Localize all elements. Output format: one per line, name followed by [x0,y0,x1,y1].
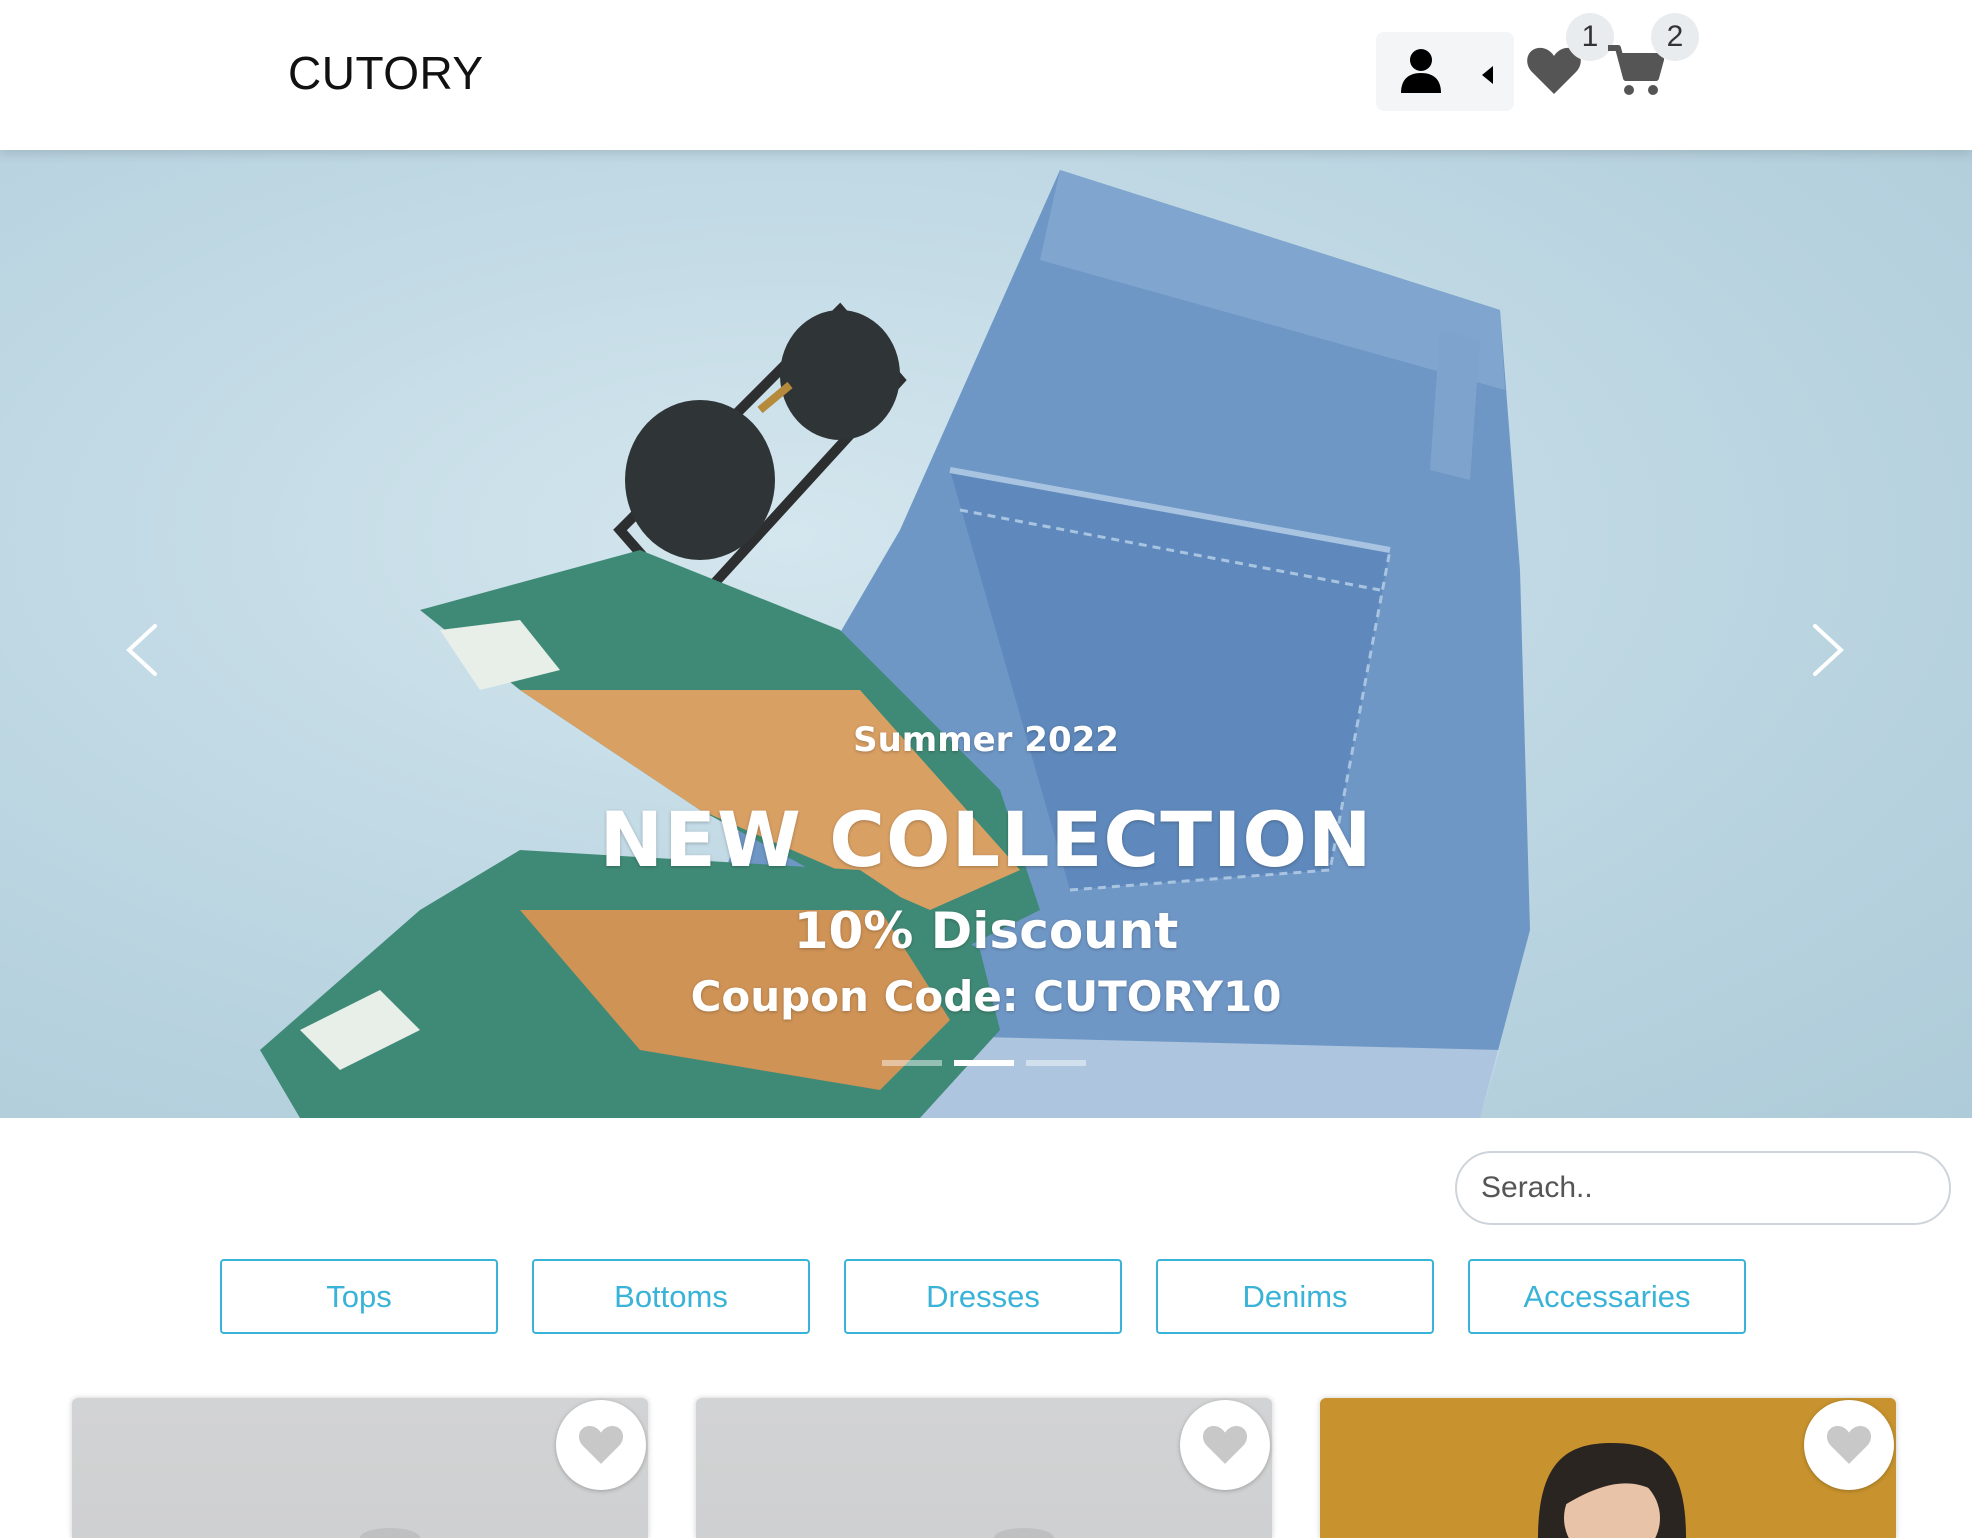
add-to-wishlist-button-1[interactable] [556,1400,646,1490]
hero-discount: 10% Discount [793,902,1179,960]
carousel-next-button[interactable] [1795,610,1855,690]
heart-icon [1202,1425,1248,1464]
user-icon [1401,49,1441,93]
category-button-dresses[interactable]: Dresses [844,1259,1122,1334]
account-dropdown-button[interactable] [1376,32,1514,111]
carousel-prev-button[interactable] [115,610,175,690]
cart-count-badge: 2 [1651,13,1699,61]
add-to-wishlist-button-2[interactable] [1180,1400,1270,1490]
category-button-denims[interactable]: Denims [1156,1259,1434,1334]
hero-title: NEW COLLECTION [599,795,1373,884]
carousel-indicator-2[interactable] [954,1060,1014,1066]
hero-subtitle: Summer 2022 [853,720,1119,760]
heart-icon [578,1425,624,1464]
hero-carousel: Summer 2022 NEW COLLECTION 10% Discount … [0,150,1972,1118]
hero-coupon-code: Coupon Code: CUTORY10 [690,972,1282,1021]
brand-logo[interactable]: CUTORY [288,46,484,100]
top-navbar: CUTORY 1 2 [0,0,1972,150]
carousel-indicator-1[interactable] [882,1060,942,1066]
category-button-accessaries[interactable]: Accessaries [1468,1259,1746,1334]
carousel-indicator-3[interactable] [1026,1060,1086,1066]
category-button-tops[interactable]: Tops [220,1259,498,1334]
search-input[interactable] [1455,1151,1951,1225]
caret-left-icon [1482,66,1493,84]
wishlist-count-badge: 1 [1566,13,1614,61]
add-to-wishlist-button-3[interactable] [1804,1400,1894,1490]
category-button-bottoms[interactable]: Bottoms [532,1259,810,1334]
heart-icon [1826,1425,1872,1464]
